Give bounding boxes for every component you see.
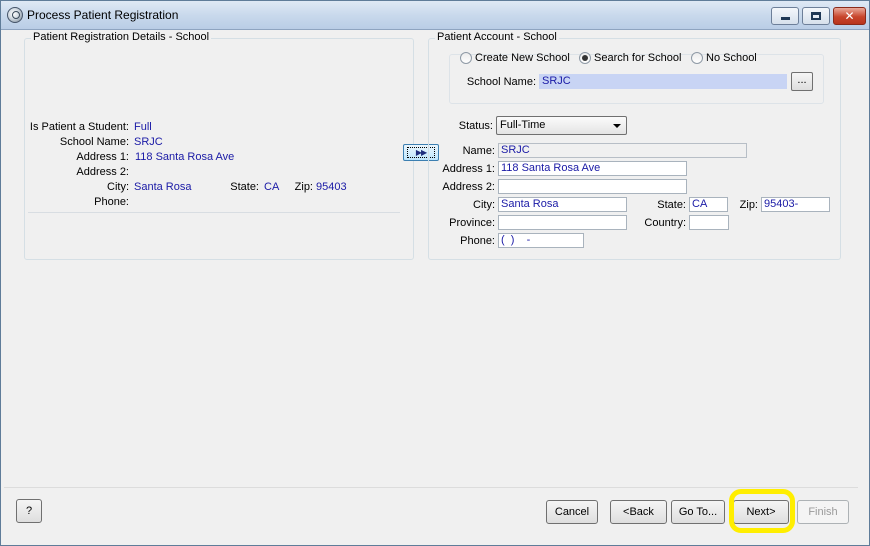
finish-button: Finish xyxy=(797,500,849,524)
status-dropdown[interactable]: Full-Time xyxy=(496,116,627,135)
left-state-label: State: xyxy=(230,181,259,193)
help-button[interactable]: ? xyxy=(16,499,42,523)
radio-unselected-icon xyxy=(691,52,703,64)
create-new-school-radio[interactable]: Create New School xyxy=(460,52,570,64)
city-input[interactable]: Santa Rosa xyxy=(498,197,627,212)
phone-input[interactable]: ( ) - xyxy=(498,233,584,248)
close-button[interactable]: ✕ xyxy=(833,7,866,25)
left-city-label: City: xyxy=(107,181,129,193)
status-label: Status: xyxy=(458,120,493,132)
no-school-radio[interactable]: No School xyxy=(691,52,757,64)
right-zip-label: Zip: xyxy=(739,199,758,211)
is-student-value: Full xyxy=(134,121,152,133)
is-student-label: Is Patient a Student: xyxy=(29,121,129,133)
footer-divider xyxy=(4,487,858,488)
right-school-name-label: School Name: xyxy=(466,76,536,88)
address2-input[interactable] xyxy=(498,179,687,194)
left-state-value: CA xyxy=(264,181,280,193)
app-icon xyxy=(7,7,23,23)
right-country-label: Country: xyxy=(644,217,686,229)
right-province-label: Province: xyxy=(449,217,495,229)
maximize-button[interactable] xyxy=(802,7,830,25)
left-city-value: Santa Rosa xyxy=(134,181,192,193)
patient-registration-details-group: Patient Registration Details - School xyxy=(24,31,414,260)
dropdown-arrow-icon xyxy=(613,124,621,128)
state-input[interactable]: CA xyxy=(689,197,728,212)
left-school-name-value: SRJC xyxy=(134,136,163,148)
search-for-school-radio[interactable]: Search for School xyxy=(579,52,681,64)
right-address1-label: Address 1: xyxy=(442,163,495,175)
patient-registration-details-legend: Patient Registration Details - School xyxy=(31,31,212,43)
maximize-icon xyxy=(811,12,821,20)
school-name-search-input[interactable]: SRJC xyxy=(539,74,787,89)
close-icon: ✕ xyxy=(844,9,855,23)
browse-school-button[interactable]: ... xyxy=(791,72,813,91)
goto-button[interactable]: Go To... xyxy=(671,500,725,524)
double-arrow-right-icon: ▶▶ xyxy=(415,148,427,157)
right-address2-label: Address 2: xyxy=(442,181,495,193)
name-field: SRJC xyxy=(498,143,747,158)
create-new-school-label: Create New School xyxy=(475,52,570,64)
left-phone-label: Phone: xyxy=(94,196,129,208)
left-zip-label: Zip: xyxy=(294,181,313,193)
right-city-label: City: xyxy=(473,199,495,211)
province-input[interactable] xyxy=(498,215,627,230)
zip-input[interactable]: 95403- xyxy=(761,197,830,212)
country-input[interactable] xyxy=(689,215,729,230)
minimize-button[interactable] xyxy=(771,7,799,25)
title-bar: Process Patient Registration ✕ xyxy=(1,1,869,30)
window-title: Process Patient Registration xyxy=(27,8,179,22)
left-address1-value: 118 Santa Rosa Ave xyxy=(135,151,235,163)
search-for-school-label: Search for School xyxy=(594,52,682,64)
left-school-name-label: School Name: xyxy=(59,136,129,148)
right-name-label: Name: xyxy=(462,145,495,157)
minimize-icon xyxy=(780,17,790,20)
no-school-label: No School xyxy=(706,52,757,64)
cancel-button[interactable]: Cancel xyxy=(546,500,598,524)
next-button-highlight xyxy=(729,489,795,533)
left-zip-value: 95403 xyxy=(316,181,347,193)
left-group-divider xyxy=(28,212,400,213)
right-phone-label: Phone: xyxy=(460,235,495,247)
left-address1-label: Address 1: xyxy=(76,151,129,163)
radio-selected-icon xyxy=(579,52,591,64)
process-patient-registration-window: Process Patient Registration ✕ Patient R… xyxy=(0,0,870,546)
back-button[interactable]: <Back xyxy=(610,500,667,524)
address1-input[interactable]: 118 Santa Rosa Ave xyxy=(498,161,687,176)
left-address2-label: Address 2: xyxy=(76,166,129,178)
radio-unselected-icon xyxy=(460,52,472,64)
status-dropdown-value: Full-Time xyxy=(500,119,546,131)
patient-account-school-legend: Patient Account - School xyxy=(435,31,559,43)
right-state-label: State: xyxy=(657,199,686,211)
